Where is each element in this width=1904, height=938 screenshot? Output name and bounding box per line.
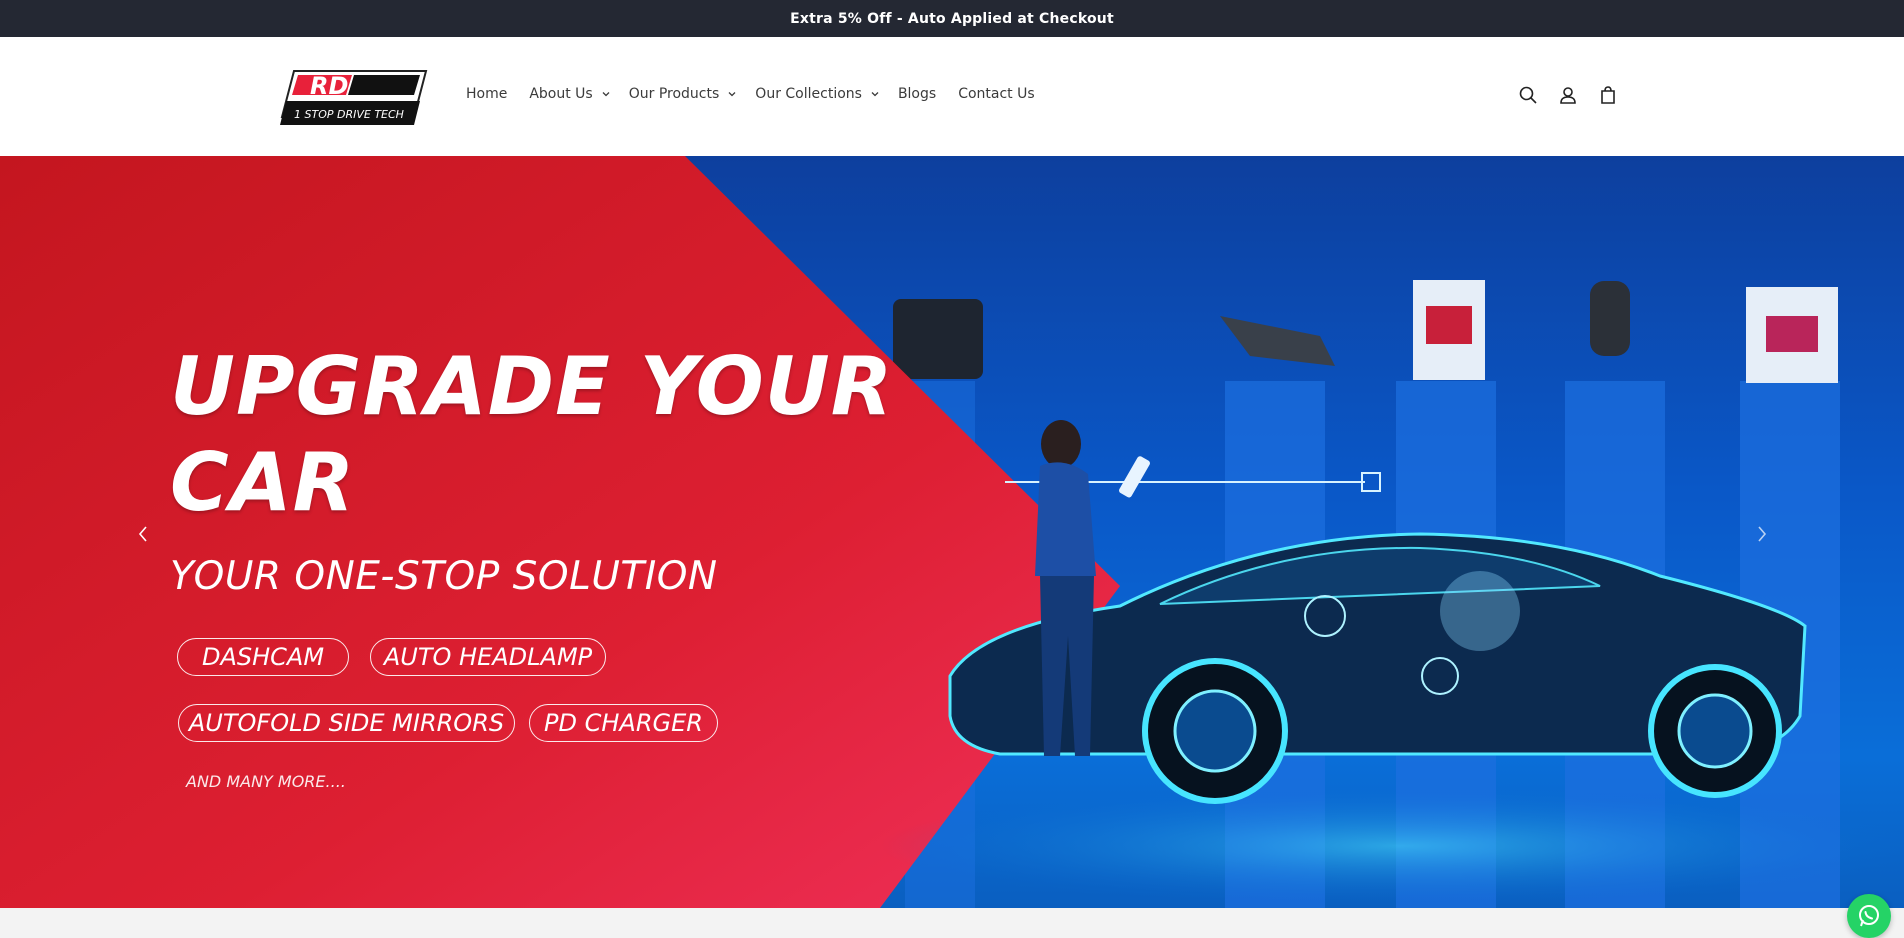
nav-label: Blogs — [897, 85, 937, 102]
chevron-left-icon — [138, 526, 147, 542]
nav-label: Our Products — [628, 85, 720, 102]
pill-label: AUTO HEADLAMP — [383, 643, 593, 671]
chevron-right-icon — [1758, 526, 1767, 542]
pill-autofold-side-mirrors: AUTOFOLD SIDE MIRRORS — [178, 704, 515, 742]
person-head — [1041, 420, 1081, 468]
account-button[interactable] — [1556, 83, 1580, 107]
pill-label: DASHCAM — [201, 643, 325, 671]
hero-headline: UPGRADE YOUR CAR — [170, 339, 893, 531]
slide-prev-button[interactable] — [131, 522, 155, 546]
chevron-down-icon — [602, 91, 610, 96]
product-charger — [1590, 281, 1630, 356]
nav-label: Contact Us — [958, 85, 1035, 102]
site-header: RD 1 STOP DRIVE TECH Home About Us Our P… — [0, 37, 1904, 156]
hero-background — [0, 156, 1904, 908]
logo-mark: RD 1 STOP DRIVE TECH — [280, 70, 428, 125]
nav-our-collections[interactable]: Our Collections — [755, 82, 880, 106]
main-nav: Home About Us Our Products Our Collectio… — [466, 37, 1057, 156]
product-dashcam-case — [893, 299, 983, 379]
announcement-bar: Extra 5% Off - Auto Applied at Checkout — [0, 0, 1904, 37]
chevron-down-icon — [871, 91, 879, 96]
whatsapp-chat-button[interactable] — [1847, 894, 1891, 938]
account-icon — [1560, 87, 1576, 104]
pill-auto-headlamp: AUTO HEADLAMP — [370, 638, 606, 676]
hero-headline-line1: UPGRADE YOUR — [170, 340, 894, 433]
hero-more-text: AND MANY MORE.... — [186, 772, 346, 791]
nav-our-products[interactable]: Our Products — [629, 82, 738, 106]
whatsapp-icon — [1859, 905, 1879, 927]
product-vacuum — [1220, 316, 1335, 366]
next-section-edge — [0, 908, 1904, 937]
nav-label: Our Collections — [755, 85, 862, 102]
nav-label: About Us — [529, 85, 593, 102]
nav-contact-us[interactable]: Contact Us — [958, 82, 1034, 106]
cart-button[interactable] — [1596, 83, 1620, 107]
cart-icon — [1601, 86, 1615, 104]
header-icons — [1516, 83, 1620, 107]
search-button[interactable] — [1516, 83, 1540, 107]
slide-next-button[interactable] — [1750, 522, 1774, 546]
site-logo[interactable]: RD 1 STOP DRIVE TECH — [280, 67, 428, 129]
nav-label: Home — [466, 85, 508, 102]
logo-tagline: 1 STOP DRIVE TECH — [294, 108, 404, 121]
nav-about-us[interactable]: About Us — [529, 82, 610, 106]
announcement-text: Extra 5% Off - Auto Applied at Checkout — [790, 10, 1114, 27]
hero-banner: UPGRADE YOUR CAR YOUR ONE-STOP SOLUTION … — [0, 156, 1904, 908]
nav-home[interactable]: Home — [466, 82, 507, 106]
pill-label: PD CHARGER — [544, 709, 703, 737]
pill-dashcam: DASHCAM — [177, 638, 349, 676]
nav-blogs[interactable]: Blogs — [898, 82, 936, 106]
chevron-down-icon — [728, 91, 736, 96]
hero-headline-line2: CAR — [170, 436, 356, 529]
logo-letters: RD — [310, 72, 348, 100]
search-icon — [1519, 86, 1537, 104]
pill-pd-charger: PD CHARGER — [529, 704, 718, 742]
pill-label: AUTOFOLD SIDE MIRRORS — [188, 709, 505, 737]
hero-subheadline: YOUR ONE-STOP SOLUTION — [170, 554, 718, 599]
